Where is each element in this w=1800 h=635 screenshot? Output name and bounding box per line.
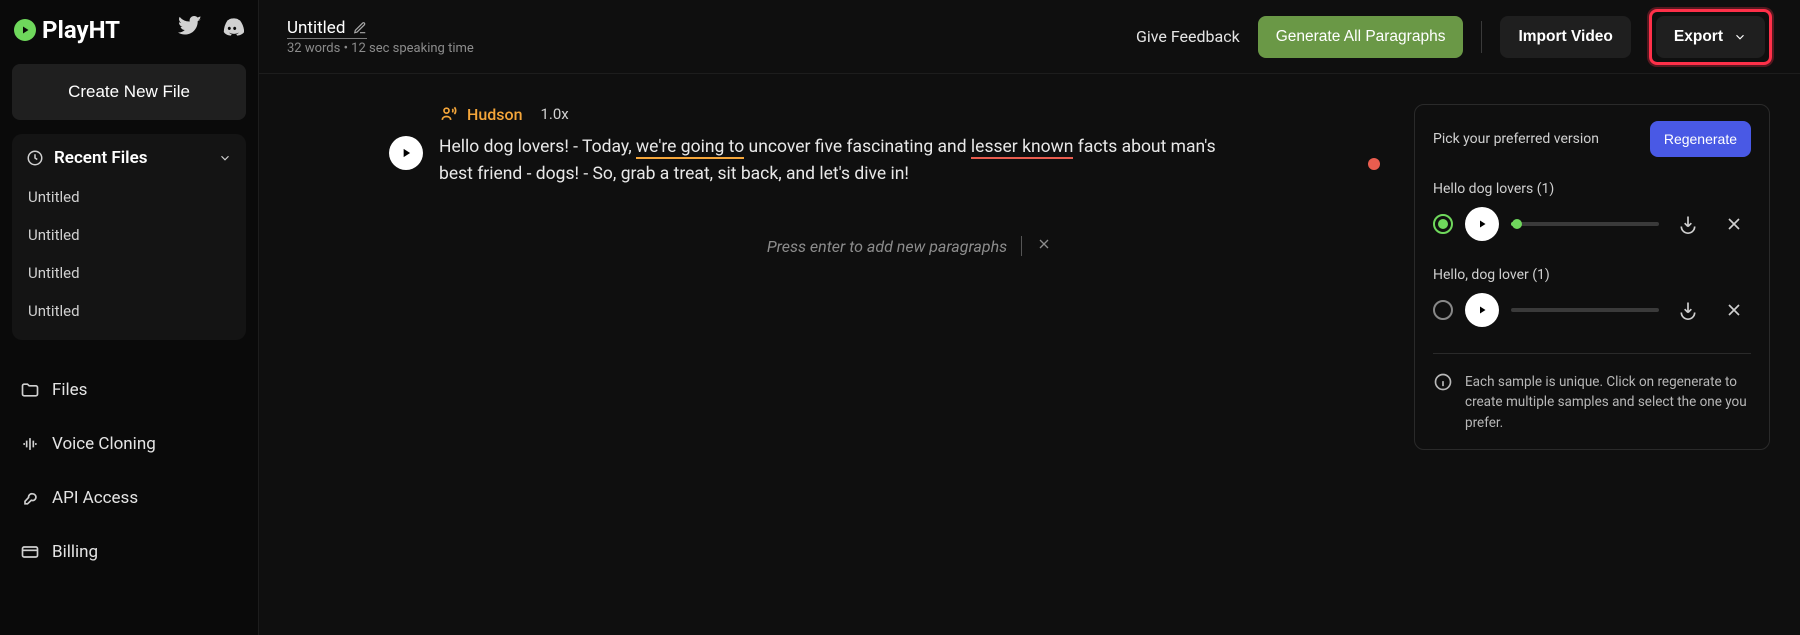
recent-files-toggle[interactable]: Recent Files [26,148,232,168]
topbar: Untitled 32 words • 12 sec speaking time… [259,0,1800,74]
nav-billing[interactable]: Billing [12,528,246,576]
topbar-actions: Give Feedback Generate All Paragraphs Im… [1136,9,1772,65]
version-header-text: Pick your preferred version [1433,131,1599,147]
edit-icon [353,21,367,35]
version-info-text: Each sample is unique. Click on regenera… [1465,372,1751,433]
delete-version-button[interactable] [1717,293,1751,327]
paragraph-text[interactable]: Hello dog lovers! - Today, we're going t… [439,134,1219,188]
nav-billing-label: Billing [52,542,98,562]
document-title[interactable]: Untitled [287,18,367,39]
recent-files-panel: Recent Files Untitled Untitled Untitled … [12,134,246,340]
export-button[interactable]: Export [1656,16,1765,58]
nav-api-access-label: API Access [52,488,138,508]
voice-selector[interactable]: Hudson [439,104,522,124]
download-version-button[interactable] [1671,207,1705,241]
divider [1021,236,1022,256]
hint-text: Press enter to add new paragraphs [767,237,1007,256]
dismiss-hint-button[interactable] [1036,236,1052,256]
discord-icon[interactable] [220,16,244,44]
version-info: Each sample is unique. Click on regenera… [1433,372,1751,433]
recent-file-item[interactable]: Untitled [26,220,232,250]
import-video-button[interactable]: Import Video [1500,16,1630,58]
recent-file-item[interactable]: Untitled [26,258,232,288]
progress-track[interactable] [1511,308,1659,312]
version-item: Hello, dog lover (1) [1433,267,1751,327]
twitter-icon[interactable] [178,16,202,44]
generate-all-button[interactable]: Generate All Paragraphs [1258,16,1464,58]
version-panel: Pick your preferred version Regenerate H… [1414,104,1770,450]
recent-files-label: Recent Files [54,148,147,168]
recent-files-list: Untitled Untitled Untitled Untitled [26,182,232,326]
give-feedback-link[interactable]: Give Feedback [1136,27,1240,46]
version-controls [1433,207,1751,241]
divider [1433,353,1751,354]
play-paragraph-button[interactable] [389,136,423,170]
version-controls [1433,293,1751,327]
delete-version-button[interactable] [1717,207,1751,241]
import-video-label: Import Video [1518,28,1612,46]
add-paragraph-hint: Press enter to add new paragraphs [439,236,1380,256]
version-label: Hello dog lovers (1) [1433,181,1751,197]
sidebar-nav: Files Voice Cloning API Access Billing [12,366,246,576]
progress-track[interactable] [1511,222,1659,226]
version-panel-header: Pick your preferred version Regenerate [1433,121,1751,157]
divider [1481,21,1482,53]
version-item: Hello dog lovers (1) [1433,181,1751,241]
paragraph-row: Hello dog lovers! - Today, we're going t… [439,134,1380,188]
document-title-wrap: Untitled 32 words • 12 sec speaking time [287,18,474,56]
play-version-button[interactable] [1465,293,1499,327]
version-label: Hello, dog lover (1) [1433,267,1751,283]
nav-api-access[interactable]: API Access [12,474,246,522]
voice-icon [439,104,459,124]
voice-row: Hudson 1.0x [439,104,1380,124]
recent-file-item[interactable]: Untitled [26,182,232,212]
editor: Hudson 1.0x Hello dog lovers! - Today, w… [289,104,1414,635]
logo[interactable]: PlayHT [14,16,120,44]
version-radio[interactable] [1433,300,1453,320]
nav-files[interactable]: Files [12,366,246,414]
sidebar: PlayHT Create New File Recent Files Unti… [0,0,258,635]
voice-name: Hudson [467,105,522,124]
download-version-button[interactable] [1671,293,1705,327]
main: Untitled 32 words • 12 sec speaking time… [258,0,1800,635]
recent-file-item[interactable]: Untitled [26,296,232,326]
play-version-button[interactable] [1465,207,1499,241]
nav-files-label: Files [52,380,87,400]
nav-voice-cloning-label: Voice Cloning [52,434,156,454]
speed-selector[interactable]: 1.0x [540,105,568,123]
document-subtitle: 32 words • 12 sec speaking time [287,41,474,56]
nav-voice-cloning[interactable]: Voice Cloning [12,420,246,468]
error-indicator-icon[interactable] [1368,158,1380,170]
export-label: Export [1674,28,1723,46]
export-highlight: Export [1649,9,1772,65]
chevron-down-icon [1733,30,1747,44]
create-new-file-button[interactable]: Create New File [12,64,246,120]
highlight-red: lesser known [971,137,1073,159]
social-icons [178,16,244,44]
logo-text: PlayHT [42,16,120,44]
logo-mark-icon [14,19,36,41]
version-radio[interactable] [1433,214,1453,234]
regenerate-button[interactable]: Regenerate [1650,121,1751,157]
highlight-orange: we're going to [636,137,744,159]
info-icon [1433,372,1453,392]
content: Hudson 1.0x Hello dog lovers! - Today, w… [259,74,1800,635]
logo-row: PlayHT [12,12,246,50]
document-title-text: Untitled [287,18,345,38]
